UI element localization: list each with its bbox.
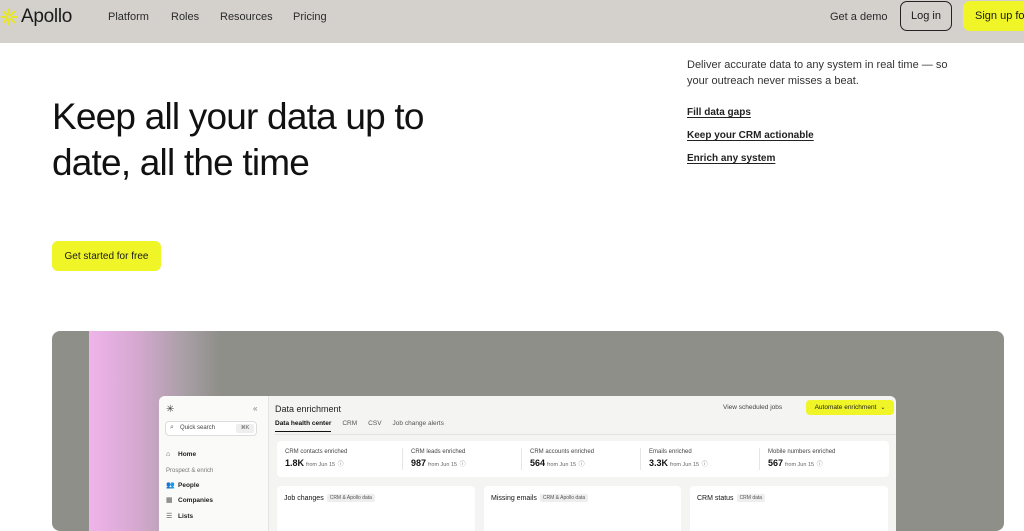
search-shortcut-badge: ⌘K bbox=[236, 424, 254, 433]
building-icon: ▦ bbox=[166, 497, 173, 504]
stat-value: 564 from Jun 15 ⓘ bbox=[530, 458, 585, 468]
nav-platform[interactable]: Platform bbox=[108, 11, 149, 23]
data-source-badge: CRM & Apollo data bbox=[539, 494, 589, 502]
nav-roles[interactable]: Roles bbox=[171, 11, 199, 23]
quick-search-placeholder: Quick search bbox=[180, 425, 216, 431]
panel-title: Missing emails CRM & Apollo data bbox=[491, 494, 589, 502]
panel-crm-status: CRM status CRM data bbox=[690, 486, 888, 531]
stat-value: 567 from Jun 15 ⓘ bbox=[768, 458, 823, 468]
top-nav: Apollo Platform Roles Resources Pricing … bbox=[0, 0, 1024, 43]
hero-description: Deliver accurate data to any system in r… bbox=[687, 59, 948, 87]
stat-label: CRM accounts enriched bbox=[530, 449, 595, 455]
stat-crm-accounts: CRM accounts enriched 564 from Jun 15 ⓘ bbox=[522, 441, 640, 477]
signup-button[interactable]: Sign up for bbox=[963, 1, 1024, 31]
apollo-logo[interactable]: Apollo bbox=[0, 5, 72, 29]
tab-data-health-center[interactable]: Data health center bbox=[275, 420, 332, 432]
collapse-sidebar-icon[interactable]: « bbox=[253, 404, 257, 413]
stat-value: 3.3K from Jun 15 ⓘ bbox=[649, 458, 708, 468]
info-icon: ⓘ bbox=[701, 462, 708, 468]
people-icon: 👥 bbox=[166, 482, 175, 489]
sidebar-item-label: Lists bbox=[178, 512, 194, 520]
info-icon: ⓘ bbox=[578, 462, 585, 468]
stat-label: CRM leads enriched bbox=[411, 449, 466, 455]
stat-crm-contacts: CRM contacts enriched 1.8K from Jun 15 ⓘ bbox=[277, 441, 397, 477]
panel-title: CRM status CRM data bbox=[697, 494, 766, 502]
apollo-mark-icon: ✳ bbox=[166, 404, 175, 415]
get-demo-link[interactable]: Get a demo bbox=[830, 11, 887, 23]
info-icon: ⓘ bbox=[337, 462, 344, 468]
sidebar-item-label: People bbox=[178, 481, 200, 489]
data-source-badge: CRM & Apollo data bbox=[326, 494, 375, 502]
sidebar-item-people[interactable]: 👥 People bbox=[166, 481, 200, 490]
stat-value: 987 from Jun 15 ⓘ bbox=[411, 458, 466, 468]
hero-title: Keep all your data up to date, all the t… bbox=[52, 96, 424, 183]
sidebar-item-companies[interactable]: ▦ Companies bbox=[166, 496, 214, 505]
search-icon: ⌕ bbox=[170, 424, 174, 431]
chevron-down-icon: ⌄ bbox=[880, 405, 886, 411]
data-source-badge: CRM data bbox=[736, 494, 766, 502]
apollo-logo-icon bbox=[0, 8, 18, 26]
panel-job-changes: Job changes CRM & Apollo data bbox=[277, 486, 475, 531]
sidebar-item-home[interactable]: ⌂ Home bbox=[166, 451, 196, 458]
brand-name: Apollo bbox=[21, 6, 73, 27]
stat-crm-leads: CRM leads enriched 987 from Jun 15 ⓘ bbox=[403, 441, 521, 477]
crm-actionable-link[interactable]: Keep your CRM actionable bbox=[687, 130, 814, 141]
stat-label: Emails enriched bbox=[649, 449, 692, 455]
login-button[interactable]: Log in bbox=[900, 1, 952, 31]
stat-label: CRM contacts enriched bbox=[285, 449, 348, 455]
tab-bar: Data health center CRM CSV Job change al… bbox=[275, 420, 444, 432]
stat-label: Mobile numbers enriched bbox=[768, 449, 836, 455]
automate-enrichment-label: Automate enrichment bbox=[814, 404, 877, 411]
stats-card: CRM contacts enriched 1.8K from Jun 15 ⓘ … bbox=[277, 441, 889, 477]
automate-enrichment-button[interactable]: Automate enrichment ⌄ bbox=[806, 400, 894, 415]
enrich-system-link[interactable]: Enrich any system bbox=[687, 153, 775, 164]
tab-csv[interactable]: CSV bbox=[368, 420, 381, 432]
sidebar-item-label: Home bbox=[178, 451, 197, 458]
stat-mobile-numbers: Mobile numbers enriched 567 from Jun 15 ⓘ bbox=[760, 441, 885, 477]
divider bbox=[275, 434, 896, 435]
nav-resources[interactable]: Resources bbox=[220, 11, 273, 23]
panel-missing-emails: Missing emails CRM & Apollo data bbox=[484, 486, 681, 531]
tab-crm[interactable]: CRM bbox=[342, 420, 357, 432]
app-window: ✳ « ⌕ Quick search ⌘K ⌂ Home Prospect & … bbox=[159, 396, 896, 531]
fill-data-gaps-link[interactable]: Fill data gaps bbox=[687, 107, 751, 118]
view-scheduled-jobs-link[interactable]: View scheduled jobs bbox=[723, 404, 782, 411]
tab-job-change-alerts[interactable]: Job change alerts bbox=[393, 420, 444, 432]
quick-search-input[interactable]: ⌕ Quick search ⌘K bbox=[165, 421, 257, 436]
sidebar-section-label: Prospect & enrich bbox=[166, 468, 214, 474]
page-title: Data enrichment bbox=[275, 404, 342, 414]
app-sidebar: ✳ « ⌕ Quick search ⌘K ⌂ Home Prospect & … bbox=[159, 396, 269, 531]
sidebar-item-label: Companies bbox=[178, 496, 214, 504]
info-icon: ⓘ bbox=[816, 462, 823, 468]
stat-value: 1.8K from Jun 15 ⓘ bbox=[285, 458, 344, 468]
home-icon: ⌂ bbox=[166, 451, 171, 458]
info-icon: ⓘ bbox=[459, 462, 466, 468]
get-started-button[interactable]: Get started for free bbox=[52, 241, 161, 271]
sidebar-item-lists[interactable]: ☰ Lists bbox=[166, 512, 194, 521]
nav-pricing[interactable]: Pricing bbox=[293, 11, 327, 23]
stat-emails: Emails enriched 3.3K from Jun 15 ⓘ bbox=[641, 441, 759, 477]
list-icon: ☰ bbox=[166, 513, 173, 520]
product-showcase: ✳ « ⌕ Quick search ⌘K ⌂ Home Prospect & … bbox=[52, 331, 1004, 531]
panel-title: Job changes CRM & Apollo data bbox=[284, 494, 375, 502]
